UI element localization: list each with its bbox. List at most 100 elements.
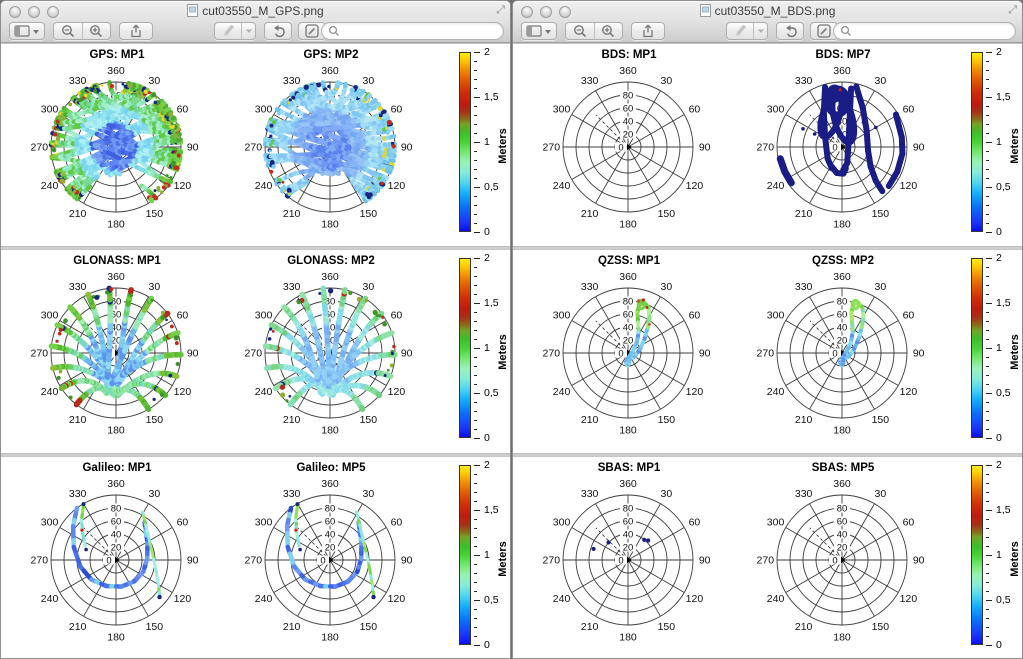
colorbar-gradient <box>459 52 471 232</box>
svg-text:90: 90 <box>401 555 413 567</box>
title-bar[interactable]: cut03550_M_GPS.png ⤢ <box>1 1 510 43</box>
colorbar-tick-label: 0,5 <box>996 595 1011 605</box>
zoom-in-button[interactable] <box>83 23 111 39</box>
colorbar-tick-label: 1 <box>484 550 490 560</box>
colorbar-gradient <box>971 52 983 232</box>
svg-text:210: 210 <box>283 414 301 426</box>
share-button[interactable] <box>119 22 153 40</box>
svg-text:300: 300 <box>41 309 59 321</box>
title-bar[interactable]: cut03550_M_BDS.png ⤢ <box>513 1 1022 43</box>
colorbar-tick <box>986 303 992 304</box>
colorbar-tick <box>986 384 989 385</box>
colorbar-tick <box>986 205 989 206</box>
svg-text:210: 210 <box>283 208 301 220</box>
colorbar-tick <box>474 366 477 367</box>
colorbar-tick <box>474 492 477 493</box>
share-button[interactable] <box>631 22 665 40</box>
colorbar-tick <box>474 519 477 520</box>
svg-text:330: 330 <box>283 281 301 293</box>
colorbar-tick <box>986 573 989 574</box>
colorbar-tick <box>474 196 477 197</box>
svg-text:360: 360 <box>321 65 339 77</box>
colorbar-tick <box>474 142 480 143</box>
colorbar-tick <box>474 429 477 430</box>
colorbar-tick <box>474 582 477 583</box>
search-field[interactable] <box>321 22 504 40</box>
image-page: SBAS: MP12040608003603060901201501802102… <box>513 456 1022 659</box>
skyplot-galileo-mp1: 2040608003603060901201501802102402703003… <box>11 473 223 659</box>
markup-pencil-button[interactable] <box>726 22 768 40</box>
zoom-buttons[interactable] <box>565 22 623 40</box>
svg-text:40: 40 <box>325 529 336 540</box>
colorbar-tick <box>474 600 480 601</box>
document-icon <box>187 4 198 20</box>
colorbar-tick <box>474 106 477 107</box>
colorbar-tick <box>474 88 477 89</box>
colorbar-tick <box>474 402 477 403</box>
zoom-out-button[interactable] <box>566 23 594 39</box>
colorbar-tick-label: 0 <box>484 640 490 650</box>
colorbar-tick <box>986 79 989 80</box>
svg-text:0: 0 <box>320 555 325 566</box>
search-icon <box>328 25 340 37</box>
skyplot-sbas-mp5: 2040608003603060901201501802102402703003… <box>737 473 949 659</box>
view-menu-button[interactable] <box>9 22 45 40</box>
image-page: QZSS: MP12040608003603060901201501802102… <box>513 249 1022 454</box>
markup-disclosure-icon[interactable] <box>754 23 767 39</box>
svg-text:180: 180 <box>321 631 339 643</box>
svg-text:240: 240 <box>41 386 59 398</box>
colorbar-tick <box>986 285 989 286</box>
zoom-in-button[interactable] <box>595 23 623 39</box>
colorbar-tick <box>986 106 989 107</box>
colorbar-tick <box>986 187 992 188</box>
colorbar-tick <box>474 330 477 331</box>
colorbar-tick <box>474 151 477 152</box>
preview-window-gps: cut03550_M_GPS.png ⤢ GPS: MP120406080036… <box>0 0 511 659</box>
rotate-left-button[interactable] <box>264 22 292 40</box>
fullscreen-icon[interactable]: ⤢ <box>1008 4 1017 17</box>
svg-text:60: 60 <box>177 103 189 115</box>
colorbar-tick-label: 1 <box>484 343 490 353</box>
colorbar-tick <box>986 510 992 511</box>
svg-text:330: 330 <box>69 488 87 500</box>
svg-text:30: 30 <box>149 75 161 87</box>
skyplot-bds-mp7: 2040608003603060901201501802102402703003… <box>737 60 949 246</box>
colorbar-tick <box>986 52 992 53</box>
colorbar-tick <box>474 70 477 71</box>
fullscreen-icon[interactable]: ⤢ <box>496 4 505 17</box>
rotate-left-button[interactable] <box>776 22 804 40</box>
zoom-buttons[interactable] <box>53 22 111 40</box>
colorbar-tick-label: 2 <box>996 460 1002 470</box>
svg-text:270: 270 <box>245 142 263 154</box>
search-field[interactable] <box>833 22 1016 40</box>
skyplot-bds-mp1: 2040608003603060901201501802102402703003… <box>523 60 735 246</box>
view-menu-button[interactable] <box>521 22 557 40</box>
colorbar-tick <box>474 645 480 646</box>
svg-text:150: 150 <box>360 621 378 633</box>
colorbar-tick-label: 1,5 <box>484 505 499 515</box>
markup-disclosure-icon[interactable] <box>242 23 255 39</box>
colorbar-tick <box>986 142 992 143</box>
search-input[interactable] <box>852 24 1009 38</box>
colorbar-tick <box>474 267 477 268</box>
window-title: cut03550_M_GPS.png <box>1 4 510 20</box>
colorbar-tick <box>986 600 992 601</box>
svg-text:20: 20 <box>111 542 122 553</box>
colorbar-tick <box>986 258 992 259</box>
markup-pencil-button[interactable] <box>214 22 256 40</box>
svg-text:240: 240 <box>255 386 273 398</box>
svg-text:120: 120 <box>174 386 192 398</box>
colorbar-tick-label: 1 <box>996 137 1002 147</box>
markup-pencil-icon[interactable] <box>727 23 753 39</box>
colorbar-tick <box>474 294 477 295</box>
svg-text:300: 300 <box>41 516 59 528</box>
markup-pencil-icon[interactable] <box>215 23 241 39</box>
colorbar-tick <box>474 115 477 116</box>
svg-text:360: 360 <box>321 271 339 283</box>
zoom-out-button[interactable] <box>54 23 82 39</box>
colorbar-axis-label: Meters <box>497 541 509 576</box>
colorbar-tick <box>986 429 989 430</box>
svg-text:300: 300 <box>255 103 273 115</box>
search-input[interactable] <box>340 24 497 38</box>
svg-text:180: 180 <box>107 218 125 230</box>
